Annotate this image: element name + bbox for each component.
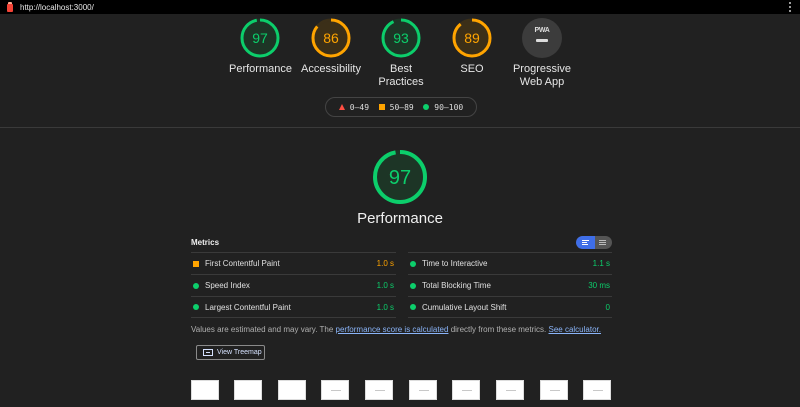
- filmstrip-frame: [452, 380, 480, 400]
- gauge-label: Performance: [229, 63, 292, 75]
- more-menu-icon[interactable]: [789, 2, 792, 12]
- metric-status-icon: [193, 304, 199, 310]
- gauge-ring: 97: [240, 18, 280, 58]
- score-calculated-link[interactable]: performance score is calculated: [336, 325, 449, 334]
- filmstrip-frame: [540, 380, 568, 400]
- metric-status-icon: [410, 304, 416, 310]
- performance-score: 97: [389, 167, 411, 189]
- metrics-heading: Metrics: [191, 238, 220, 247]
- performance-title: Performance: [357, 210, 443, 227]
- gauge-score: 86: [323, 30, 339, 46]
- metric-value: 1.1 s: [592, 259, 610, 268]
- gauge-performance[interactable]: 97 Performance: [229, 18, 292, 76]
- performance-gauge-ring: 97: [373, 150, 427, 204]
- gauge-label: Progressive Web App: [508, 63, 576, 89]
- metric-name: First Contentful Paint: [205, 259, 280, 268]
- metric-row[interactable]: First Contentful Paint 1.0 s: [191, 252, 396, 274]
- metric-name: Speed Index: [205, 281, 250, 290]
- section-divider: [0, 127, 800, 128]
- gauge-score: 93: [393, 30, 409, 46]
- note-middle: directly from these metrics.: [448, 325, 549, 334]
- filmstrip-frame: [278, 380, 306, 400]
- gauge-best-practices[interactable]: 93 Best Practices: [366, 18, 436, 89]
- gauge-ring: 89: [452, 18, 492, 58]
- metric-status-icon: [410, 282, 416, 289]
- metrics-note: Values are estimated and may vary. The p…: [191, 325, 601, 334]
- metric-row[interactable]: Cumulative Layout Shift 0: [408, 296, 612, 318]
- treemap-icon: [203, 349, 213, 356]
- gauge-label: Accessibility: [301, 63, 361, 75]
- legend-pass: 90–100: [423, 103, 463, 112]
- metric-name: Time to Interactive: [422, 259, 488, 268]
- view-treemap-label: View Treemap: [217, 349, 262, 356]
- filmstrip-frame: [496, 380, 524, 400]
- gauge-score: 97: [252, 30, 268, 46]
- gauge-label-line2: Web App: [519, 76, 565, 88]
- performance-gauge: 97: [372, 149, 428, 210]
- note-prefix: Values are estimated and may vary. The: [191, 325, 336, 334]
- metrics-column-left: First Contentful Paint 1.0 s Speed Index…: [191, 252, 396, 318]
- filmstrip-frame: [365, 380, 393, 400]
- toggle-compact-icon[interactable]: [576, 236, 595, 249]
- filmstrip: [191, 380, 612, 400]
- view-treemap-button[interactable]: View Treemap: [196, 345, 265, 360]
- filmstrip-frame: [583, 380, 611, 400]
- address-bar: http://localhost:3000/: [0, 0, 800, 14]
- metric-row[interactable]: Speed Index 1.0 s: [191, 274, 396, 296]
- legend-average-label: 50–89: [389, 102, 414, 112]
- metric-row[interactable]: Largest Contentful Paint 1.0 s: [191, 296, 396, 318]
- metric-value: 30 ms: [588, 281, 610, 290]
- circle-icon: [423, 104, 430, 110]
- filmstrip-frame: [409, 380, 437, 400]
- filmstrip-frame: [321, 380, 349, 400]
- pwa-badge-text: PWA: [534, 27, 550, 34]
- gauge-ring: 93: [381, 18, 421, 58]
- gauge-ring: 86: [311, 18, 351, 58]
- metric-value: 0: [605, 302, 610, 312]
- metric-value: 1.0 s: [376, 302, 394, 312]
- gauge-label: Best Practices: [378, 63, 424, 88]
- legend-average: 50–89: [378, 102, 414, 112]
- score-legend: 0–49 50–89 90–100: [325, 97, 477, 117]
- metric-status-icon: [193, 282, 199, 289]
- metric-name: Total Blocking Time: [422, 281, 491, 290]
- gauge-accessibility[interactable]: 86 Accessibility: [300, 18, 362, 76]
- legend-fail-label: 0–49: [349, 102, 370, 112]
- metrics-view-toggle[interactable]: [576, 236, 612, 249]
- gauge-pwa[interactable]: PWA Progressive Web App: [508, 18, 576, 89]
- lighthouse-icon: [6, 2, 14, 12]
- filmstrip-frame: [234, 380, 262, 400]
- metric-status-icon: [410, 260, 416, 267]
- gauge-seo[interactable]: 89 SEO: [441, 18, 503, 76]
- legend-fail: 0–49: [338, 102, 370, 112]
- metric-name: Largest Contentful Paint: [205, 302, 291, 312]
- see-calculator-link[interactable]: See calculator.: [549, 325, 601, 334]
- gauge-label-line1: Progressive: [512, 63, 572, 75]
- metric-value: 1.0 s: [376, 259, 394, 268]
- url-text: http://localhost:3000/: [20, 2, 94, 12]
- metric-value: 1.0 s: [376, 281, 394, 290]
- metric-row[interactable]: Time to Interactive 1.1 s: [408, 252, 612, 274]
- metric-row[interactable]: Total Blocking Time 30 ms: [408, 274, 612, 296]
- square-icon: [378, 104, 385, 110]
- metrics-column-right: Time to Interactive 1.1 s Total Blocking…: [408, 252, 612, 318]
- metric-name: Cumulative Layout Shift: [422, 302, 507, 312]
- metric-status-icon: [193, 260, 199, 267]
- gauge-label: SEO: [460, 63, 484, 75]
- legend-pass-label: 90–100: [434, 102, 464, 112]
- gauge-score: 89: [464, 30, 480, 46]
- filmstrip-frame: [191, 380, 219, 400]
- triangle-icon: [338, 104, 345, 110]
- pwa-badge-icon: PWA: [522, 18, 562, 58]
